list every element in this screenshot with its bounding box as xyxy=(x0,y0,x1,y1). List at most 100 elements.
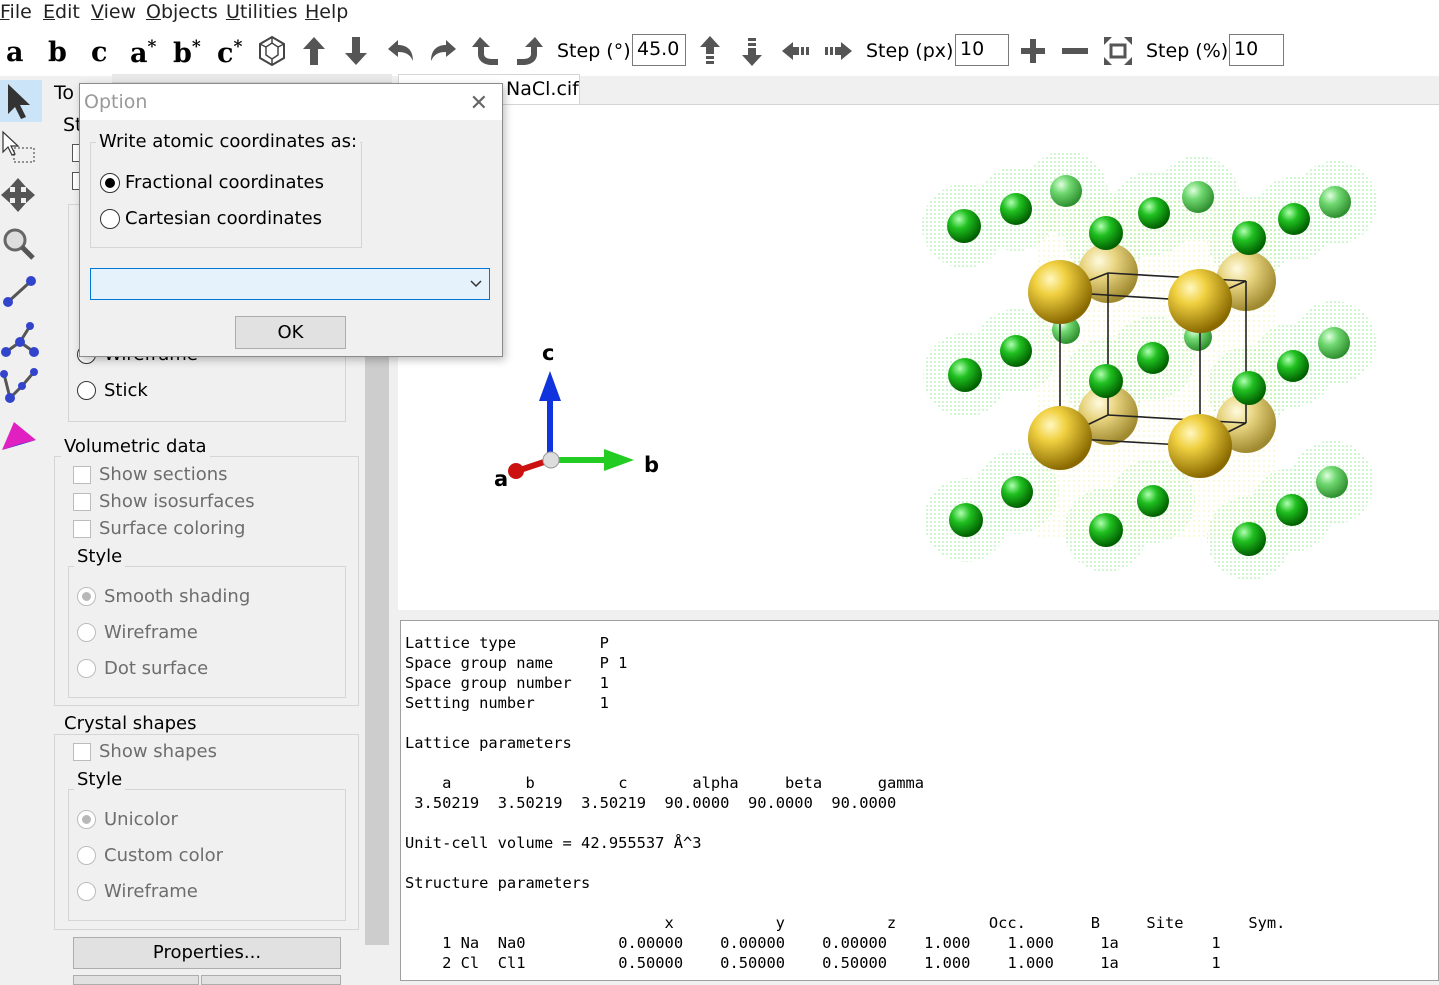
smooth-shading-radio[interactable]: Smooth shading xyxy=(77,586,250,607)
na-atom xyxy=(1168,269,1232,333)
volumetric-style-title: Style xyxy=(74,546,126,567)
na-atom xyxy=(1028,406,1092,470)
step-pct-input[interactable]: 10 xyxy=(1229,34,1284,66)
coordinates-group-title: Write atomic coordinates as: xyxy=(96,131,361,152)
zoom-in-plus-icon[interactable] xyxy=(1017,34,1049,68)
angle-tool-icon[interactable] xyxy=(0,320,42,362)
document-tab-label: NaCl.cif xyxy=(506,78,579,100)
pane-splitter[interactable] xyxy=(398,610,1439,620)
text-output: Lattice type P Space group name P 1 Spac… xyxy=(405,634,1286,972)
cl-atom xyxy=(1232,371,1266,405)
na-atom xyxy=(1028,260,1092,324)
crystal-style-title: Style xyxy=(74,769,126,790)
cl-atom xyxy=(1316,466,1348,498)
stick-model-radio[interactable]: Stick xyxy=(77,380,148,401)
format-combobox[interactable] xyxy=(90,268,490,300)
text-output-pane[interactable]: Lattice type P Space group name P 1 Spac… xyxy=(400,620,1439,981)
tool-strip xyxy=(0,76,44,981)
axis-c-label: c xyxy=(542,341,555,365)
menu-utilities[interactable]: Utilities xyxy=(226,1,298,23)
translate-left-icon[interactable] xyxy=(780,34,812,68)
show-shapes-checkbox[interactable]: Show shapes xyxy=(73,741,217,762)
volumetric-title: Volumetric data xyxy=(61,436,210,457)
dihedral-tool-icon[interactable] xyxy=(0,366,42,408)
rotate-left-icon[interactable] xyxy=(385,34,417,68)
cartesian-coordinates-radio[interactable]: Cartesian coordinates xyxy=(100,208,322,229)
lower-button-right[interactable] xyxy=(201,975,341,985)
polyhedron-icon[interactable] xyxy=(256,34,288,68)
cl-atom xyxy=(1276,494,1308,526)
lattice-plane-icon[interactable] xyxy=(0,414,42,456)
menu-file[interactable]: File xyxy=(0,1,32,23)
option-dialog: Option ✕ Write atomic coordinates as: Fr… xyxy=(79,83,503,357)
axis-a-label: a xyxy=(494,467,509,491)
dialog-title-bar[interactable]: Option ✕ xyxy=(80,84,502,120)
crystal-shapes-title: Crystal shapes xyxy=(61,713,200,734)
cl-atom xyxy=(1182,181,1214,213)
menu-help[interactable]: Help xyxy=(305,1,348,23)
menu-view[interactable]: View xyxy=(91,1,136,23)
cl-atom xyxy=(1000,335,1032,367)
select-pointer-icon[interactable] xyxy=(0,80,42,122)
rotate-cw-icon[interactable] xyxy=(513,34,545,68)
rotate-right-icon[interactable] xyxy=(427,34,459,68)
cl-atom xyxy=(1138,197,1170,229)
zoom-out-minus-icon[interactable] xyxy=(1059,34,1091,68)
select-region-icon[interactable] xyxy=(0,126,42,168)
toolbar: a b c a* b* c* Step (°): 45.0 Step (px):… xyxy=(0,28,1439,76)
view-along-c-button[interactable]: c xyxy=(91,37,107,68)
fit-to-window-icon[interactable] xyxy=(1102,34,1134,68)
side-panel-tab[interactable]: To xyxy=(54,82,74,104)
cl-atom xyxy=(1137,342,1169,374)
step-deg-input[interactable]: 45.0 xyxy=(632,34,686,66)
rotate-up-icon[interactable] xyxy=(298,34,330,68)
step-px-label: Step (px): xyxy=(866,40,960,62)
step-deg-label: Step (°): xyxy=(557,40,638,62)
na-atom xyxy=(1168,414,1232,478)
coordinates-group xyxy=(90,142,362,248)
view-along-cstar-button[interactable]: c* xyxy=(217,37,242,69)
cl-atom xyxy=(1089,513,1123,547)
dialog-title: Option xyxy=(84,91,148,113)
view-along-astar-button[interactable]: a* xyxy=(130,37,156,69)
menu-bar: File Edit View Objects Utilities Help xyxy=(0,0,1439,28)
axes-indicator xyxy=(508,371,634,479)
dot-surface-radio[interactable]: Dot surface xyxy=(77,658,208,679)
cl-atom xyxy=(1050,175,1082,207)
close-icon[interactable]: ✕ xyxy=(470,91,488,116)
rotate-down-icon[interactable] xyxy=(340,34,372,68)
cl-atom xyxy=(947,209,981,243)
translate-down-icon[interactable] xyxy=(736,34,768,68)
magnify-icon[interactable] xyxy=(0,224,42,266)
show-isosurfaces-checkbox[interactable]: Show isosurfaces xyxy=(73,491,255,512)
ok-button[interactable]: OK xyxy=(235,316,346,349)
properties-button[interactable]: Properties... xyxy=(73,937,341,969)
cl-atom xyxy=(1277,350,1309,382)
cl-atom xyxy=(948,358,982,392)
view-along-a-button[interactable]: a xyxy=(6,37,24,68)
lower-button-left[interactable] xyxy=(73,975,199,985)
cl-atom xyxy=(1089,364,1123,398)
cl-atom xyxy=(1278,203,1310,235)
menu-objects[interactable]: Objects xyxy=(146,1,218,23)
custom-color-radio[interactable]: Custom color xyxy=(77,845,223,866)
show-sections-checkbox[interactable]: Show sections xyxy=(73,464,228,485)
chevron-down-icon xyxy=(470,280,482,288)
crystal-wireframe-radio[interactable]: Wireframe xyxy=(77,881,198,902)
move-translate-icon[interactable] xyxy=(0,176,42,218)
unicolor-radio[interactable]: Unicolor xyxy=(77,809,178,830)
cl-atom xyxy=(1232,221,1266,255)
view-along-b-button[interactable]: b xyxy=(48,37,67,68)
rotate-ccw-icon[interactable] xyxy=(470,34,502,68)
cl-atom xyxy=(1089,216,1123,250)
step-px-input[interactable]: 10 xyxy=(955,34,1009,66)
translate-right-icon[interactable] xyxy=(822,34,854,68)
translate-up-icon[interactable] xyxy=(694,34,726,68)
vol-wireframe-radio[interactable]: Wireframe xyxy=(77,622,198,643)
menu-edit[interactable]: Edit xyxy=(43,1,80,23)
view-along-bstar-button[interactable]: b* xyxy=(173,37,201,69)
surface-coloring-checkbox[interactable]: Surface coloring xyxy=(73,518,245,539)
fractional-coordinates-radio[interactable]: Fractional coordinates xyxy=(100,172,324,193)
distance-tool-icon[interactable] xyxy=(0,272,42,314)
structure-viewport[interactable]: c b a xyxy=(398,104,1439,611)
